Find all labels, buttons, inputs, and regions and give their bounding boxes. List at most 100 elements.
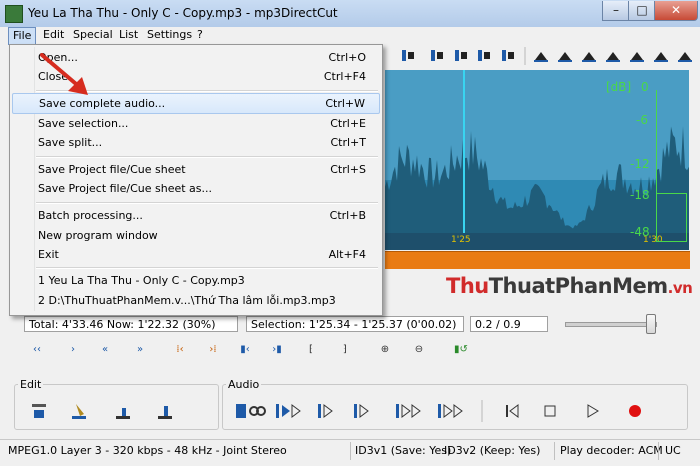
volume-slider-thumb[interactable]: [646, 314, 656, 334]
time-tick-1: 1'25: [451, 235, 471, 245]
menu-item-label: Save Project file/Cue sheet as...: [38, 182, 213, 195]
edit-level-icon: [116, 408, 130, 419]
select-start-button[interactable]: ⁞‹: [171, 342, 189, 358]
db-minus-18: -18: [630, 188, 650, 202]
nav-fast-back-button[interactable]: «: [96, 342, 114, 358]
toolbar-icons[interactable]: [383, 45, 700, 67]
tb-icon-8b: [582, 60, 596, 62]
tb-icon-5b: [508, 52, 514, 59]
menu-item-label: Save split...: [38, 136, 103, 149]
db-minus-12: -12: [630, 157, 650, 171]
audio-stop-icon: [544, 405, 556, 417]
edit-cut-icon: [32, 404, 46, 418]
playback-cursor[interactable]: [463, 70, 465, 250]
tb-icon-10: [631, 52, 643, 60]
tb-icon-12: [679, 52, 691, 60]
edit-group-buttons[interactable]: [28, 400, 198, 422]
menu-edit[interactable]: Edit: [39, 27, 68, 43]
tb-icon-5: [502, 50, 506, 61]
volume-slider-track[interactable]: [565, 322, 657, 327]
audio-play-to-icon: [438, 404, 441, 418]
cue-prev-button[interactable]: ⁅: [302, 342, 320, 358]
menu-settings[interactable]: Settings: [143, 27, 196, 43]
nav-fast-forward-button[interactable]: »: [131, 342, 149, 358]
menu-separator: [36, 202, 378, 204]
audio-group-label: Audio: [226, 378, 262, 391]
menu-separator: [36, 156, 378, 158]
status-decoder: Play decoder: ACM: [560, 444, 663, 457]
audio-rewind-icon: [506, 404, 519, 418]
menu-special[interactable]: Special: [69, 27, 117, 43]
waveform-shape: [385, 126, 689, 233]
menu-item-shortcut: Ctrl+E: [330, 117, 366, 130]
nav-forward-button[interactable]: ›: [64, 342, 82, 358]
status-separator-2: [554, 442, 555, 460]
menu-bar: File Edit Special List Settings ?: [0, 27, 700, 45]
tb-icon-7: [559, 52, 571, 60]
app-icon[interactable]: [5, 5, 23, 23]
status-separator-1: [350, 442, 351, 460]
window-title: Yeu La Tha Thu - Only C - Copy.mp3 - mp3…: [28, 6, 338, 20]
menu-item-batch-processing[interactable]: Batch processing... Ctrl+B: [12, 206, 380, 226]
goto-end-button[interactable]: ›▮: [268, 342, 286, 358]
menu-item-new-window[interactable]: New program window: [12, 226, 380, 246]
tb-icon-11b: [654, 60, 668, 62]
menu-item-save-split[interactable]: Save split... Ctrl+T: [12, 133, 380, 153]
maximize-button[interactable]: □: [628, 1, 656, 21]
status-separator-3: [658, 442, 659, 460]
position-bar[interactable]: [385, 251, 690, 269]
tb-icon-8: [583, 52, 595, 60]
menu-item-recent-1[interactable]: 1 Yeu La Tha Thu - Only C - Copy.mp3: [12, 271, 380, 291]
menu-separator: [36, 267, 378, 269]
tb-icon-1: [402, 50, 406, 61]
menu-item-shortcut: Ctrl+O: [328, 51, 366, 64]
tb-icon-12b: [678, 60, 692, 62]
select-end-button[interactable]: ›⁞: [204, 342, 222, 358]
menu-item-recent-2[interactable]: 2 D:\ThuThuatPhanMem.v...\Thứ Tha lâm lỗ…: [12, 291, 380, 311]
menu-item-save-selection[interactable]: Save selection... Ctrl+E: [12, 114, 380, 134]
edit-fade-icon: [158, 406, 172, 419]
annotation-arrow: [40, 53, 88, 95]
minimize-button[interactable]: –: [602, 1, 630, 21]
menu-list[interactable]: List: [115, 27, 142, 43]
menu-item-shortcut: Ctrl+W: [325, 97, 365, 110]
menu-help[interactable]: ?: [193, 27, 207, 43]
nav-back-button[interactable]: ‹‹: [28, 342, 46, 358]
zoom-out-button[interactable]: ⊖: [410, 342, 428, 358]
position-display: 0.2 / 0.9: [470, 316, 548, 332]
tb-icon-4b: [484, 52, 490, 59]
tb-icon-6: [535, 52, 547, 60]
audio-play-sel-icon: [354, 404, 357, 418]
status-id3v2: ID3v2 (Keep: Yes): [444, 444, 541, 457]
menu-item-exit[interactable]: Exit Alt+F4: [12, 245, 380, 265]
status-id3v1: ID3v1 (Save: Yes): [355, 444, 452, 457]
db-minus-48: -48: [630, 225, 650, 239]
goto-start-button[interactable]: ▮‹: [236, 342, 254, 358]
cue-next-button[interactable]: ⁆: [336, 342, 354, 358]
menu-item-save-project[interactable]: Save Project file/Cue sheet Ctrl+S: [12, 160, 380, 180]
menu-item-save-project-as[interactable]: Save Project file/Cue sheet as...: [12, 179, 380, 199]
audio-play-from-icon: [396, 404, 399, 418]
menu-file[interactable]: File: [8, 27, 37, 45]
audio-play-loop-icon: [236, 404, 246, 418]
menu-item-shortcut: Ctrl+T: [330, 136, 366, 149]
menu-item-label: Batch processing...: [38, 209, 143, 222]
undo-button[interactable]: ▮↺: [450, 342, 472, 358]
zoom-in-button[interactable]: ⊕: [376, 342, 394, 358]
tb-icon-3: [455, 50, 459, 61]
tb-icon-9b: [606, 60, 620, 62]
close-button[interactable]: ✕: [654, 1, 698, 21]
selection-display: Selection: 1'25.34 - 1'25.37 (0'00.02): [246, 316, 464, 332]
menu-item-label: Exit: [38, 248, 59, 261]
tb-icon-7b: [558, 60, 572, 62]
menu-item-label: New program window: [38, 229, 158, 242]
tb-icon-10b: [630, 60, 644, 62]
title-bar[interactable]: Yeu La Tha Thu - Only C - Copy.mp3 - mp3…: [0, 0, 700, 28]
watermark: ThuThuatPhanMem.vn: [446, 274, 693, 298]
total-now-display: Total: 4'33.46 Now: 1'22.32 (30%): [24, 316, 238, 332]
audio-group-buttons[interactable]: [232, 400, 652, 422]
menu-item-shortcut: Ctrl+B: [329, 209, 366, 222]
audio-pre-listen-icon: [318, 404, 321, 418]
menu-item-label: Save Project file/Cue sheet: [38, 163, 186, 176]
db-minus-6: -6: [636, 113, 648, 127]
